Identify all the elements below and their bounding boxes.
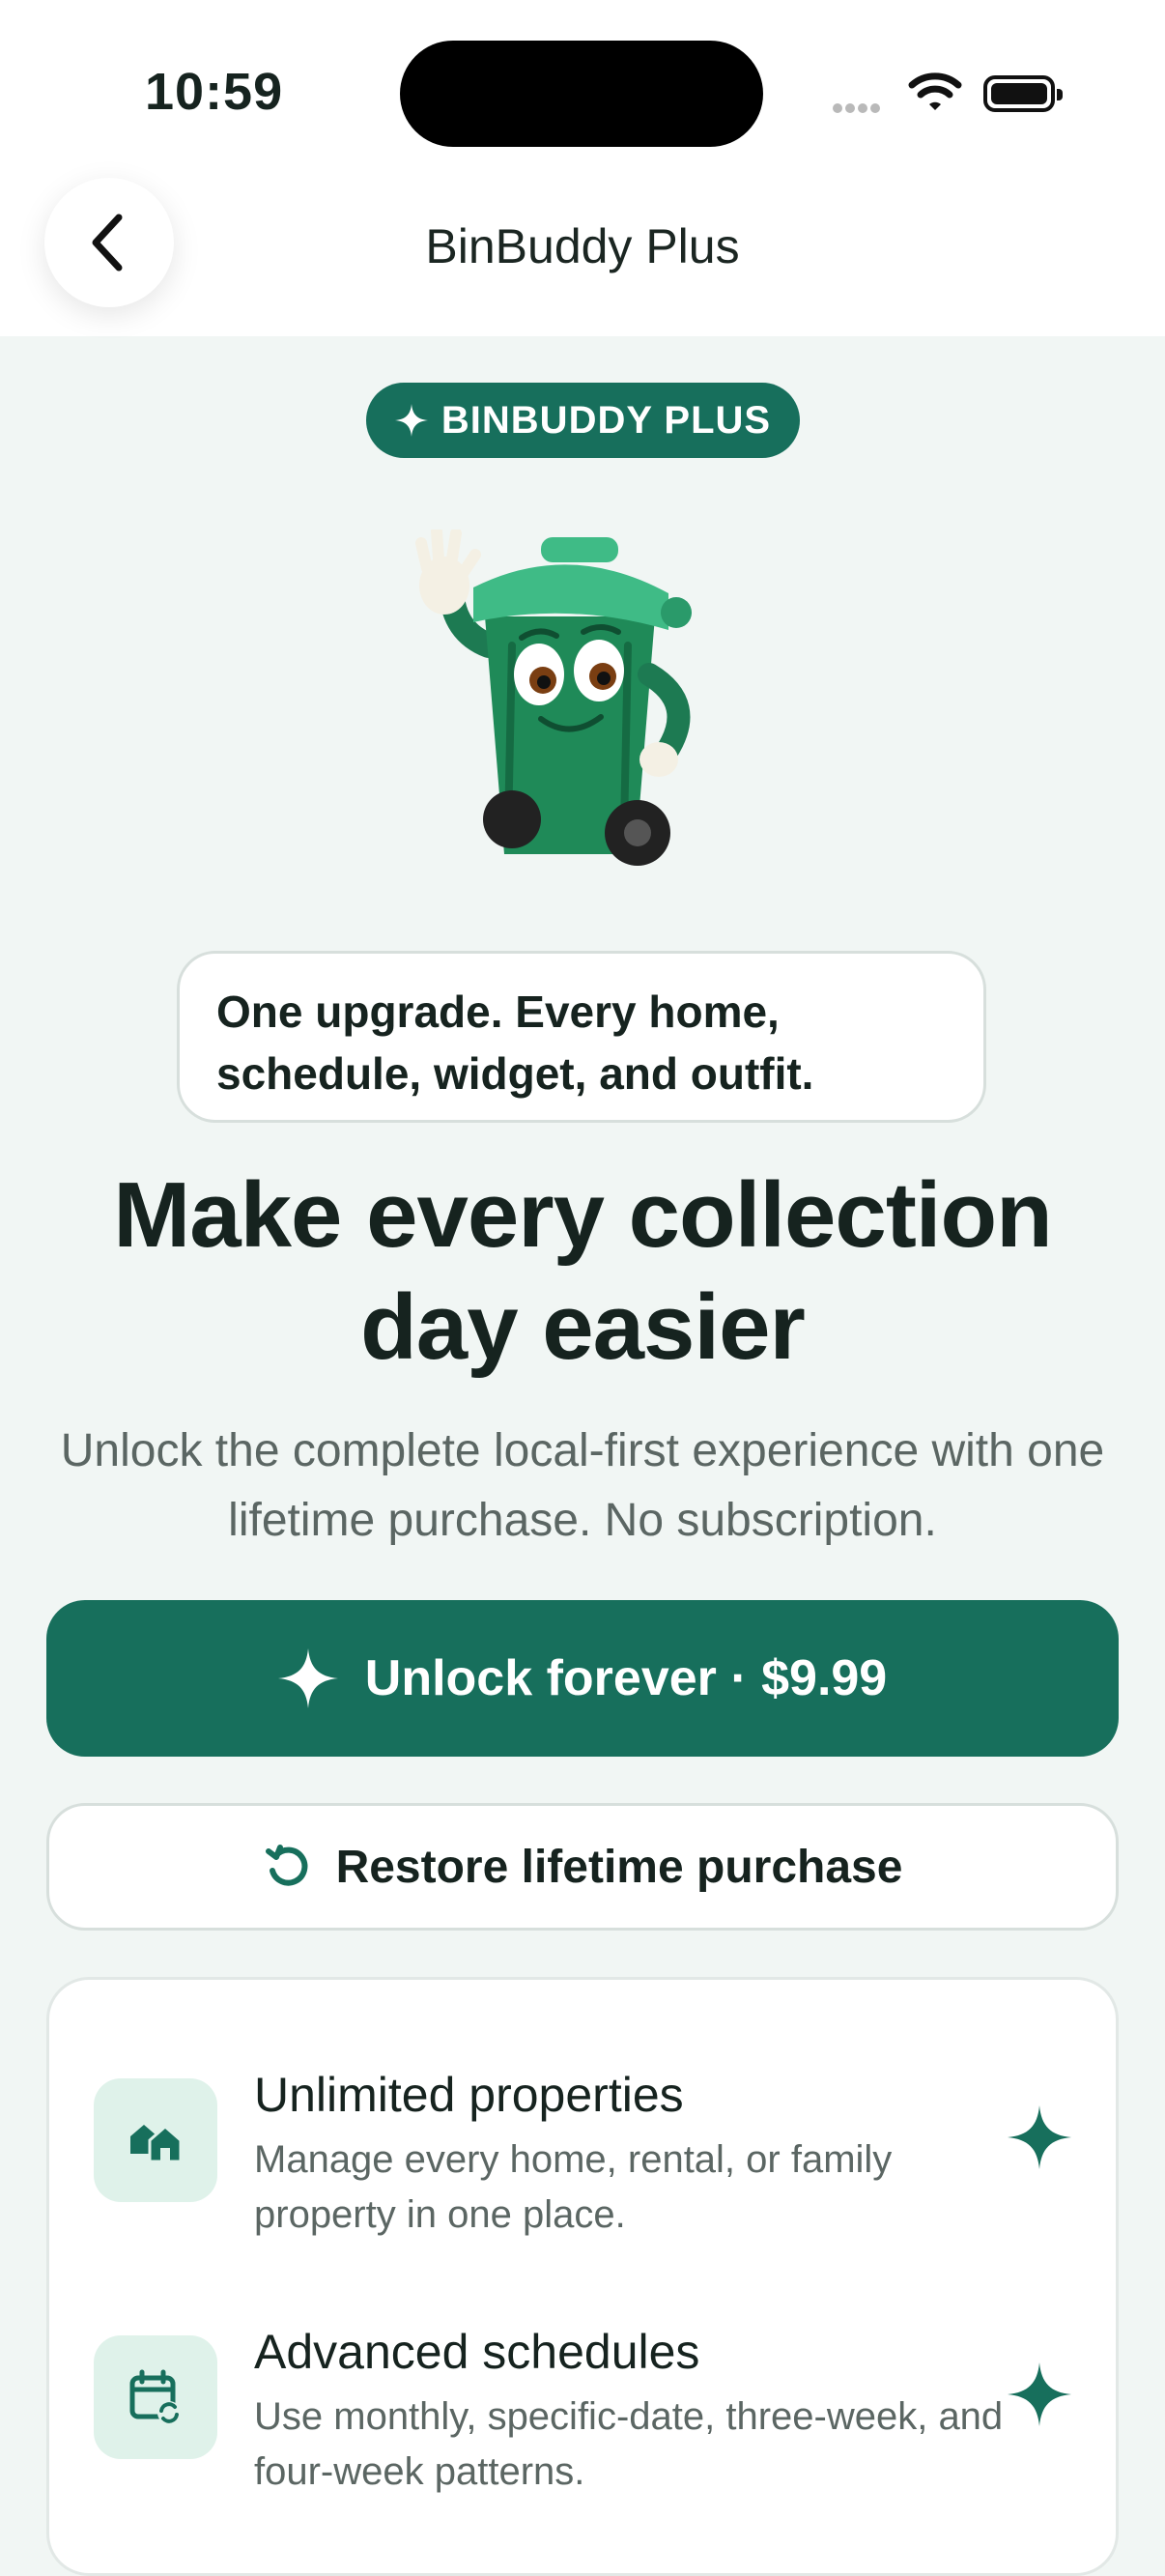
feature-title: Advanced schedules xyxy=(254,2325,700,2379)
subtitle: Unlock the complete local-first experien… xyxy=(60,1425,1105,1546)
feature-title: Unlimited properties xyxy=(254,2068,684,2122)
feature-item-unlimited-properties: Unlimited properties Manage every home, … xyxy=(49,2068,1122,2272)
unlock-button-label: Unlock forever · $9.99 xyxy=(364,1650,888,1706)
badge-label: BINBUDDY PLUS xyxy=(440,398,772,442)
restore-button-label: Restore lifetime purchase xyxy=(335,1841,903,1893)
feature-item-advanced-schedules: Advanced schedules Use monthly, specific… xyxy=(49,2325,1122,2529)
page-title: BinBuddy Plus xyxy=(425,219,740,273)
restore-purchase-button[interactable]: Restore lifetime purchase xyxy=(46,1803,1119,1931)
plus-badge: BINBUDDY PLUS xyxy=(366,383,800,458)
restore-icon xyxy=(265,1845,307,1886)
sparkle-icon xyxy=(394,404,428,437)
navigation-bar: BinBuddy Plus xyxy=(0,164,1165,336)
sparkle-icon xyxy=(1008,2105,1071,2169)
cellular-signal-icon xyxy=(833,100,883,118)
dynamic-island xyxy=(400,41,763,147)
features-card: Unlimited properties Manage every home, … xyxy=(46,1977,1119,2576)
status-bar: 10:59 xyxy=(0,0,1165,184)
sparkle-icon xyxy=(1008,2362,1071,2426)
unlock-forever-button[interactable]: Unlock forever · $9.99 xyxy=(46,1600,1119,1757)
wifi-icon xyxy=(908,72,962,110)
status-time: 10:59 xyxy=(145,63,284,121)
headline: Make every collection day easier xyxy=(113,1163,1052,1379)
houses-icon xyxy=(94,2078,217,2202)
sparkle-icon xyxy=(277,1648,338,1708)
battery-icon xyxy=(983,75,1063,112)
feature-description: Manage every home, rental, or family pro… xyxy=(254,2138,893,2236)
feature-description: Use monthly, specific-date, three-week, … xyxy=(254,2395,1004,2493)
calendar-sync-icon xyxy=(94,2335,217,2459)
tagline-card: One upgrade. Every home, schedule, widge… xyxy=(177,951,986,1123)
bin-mascot-illustration xyxy=(415,530,692,866)
